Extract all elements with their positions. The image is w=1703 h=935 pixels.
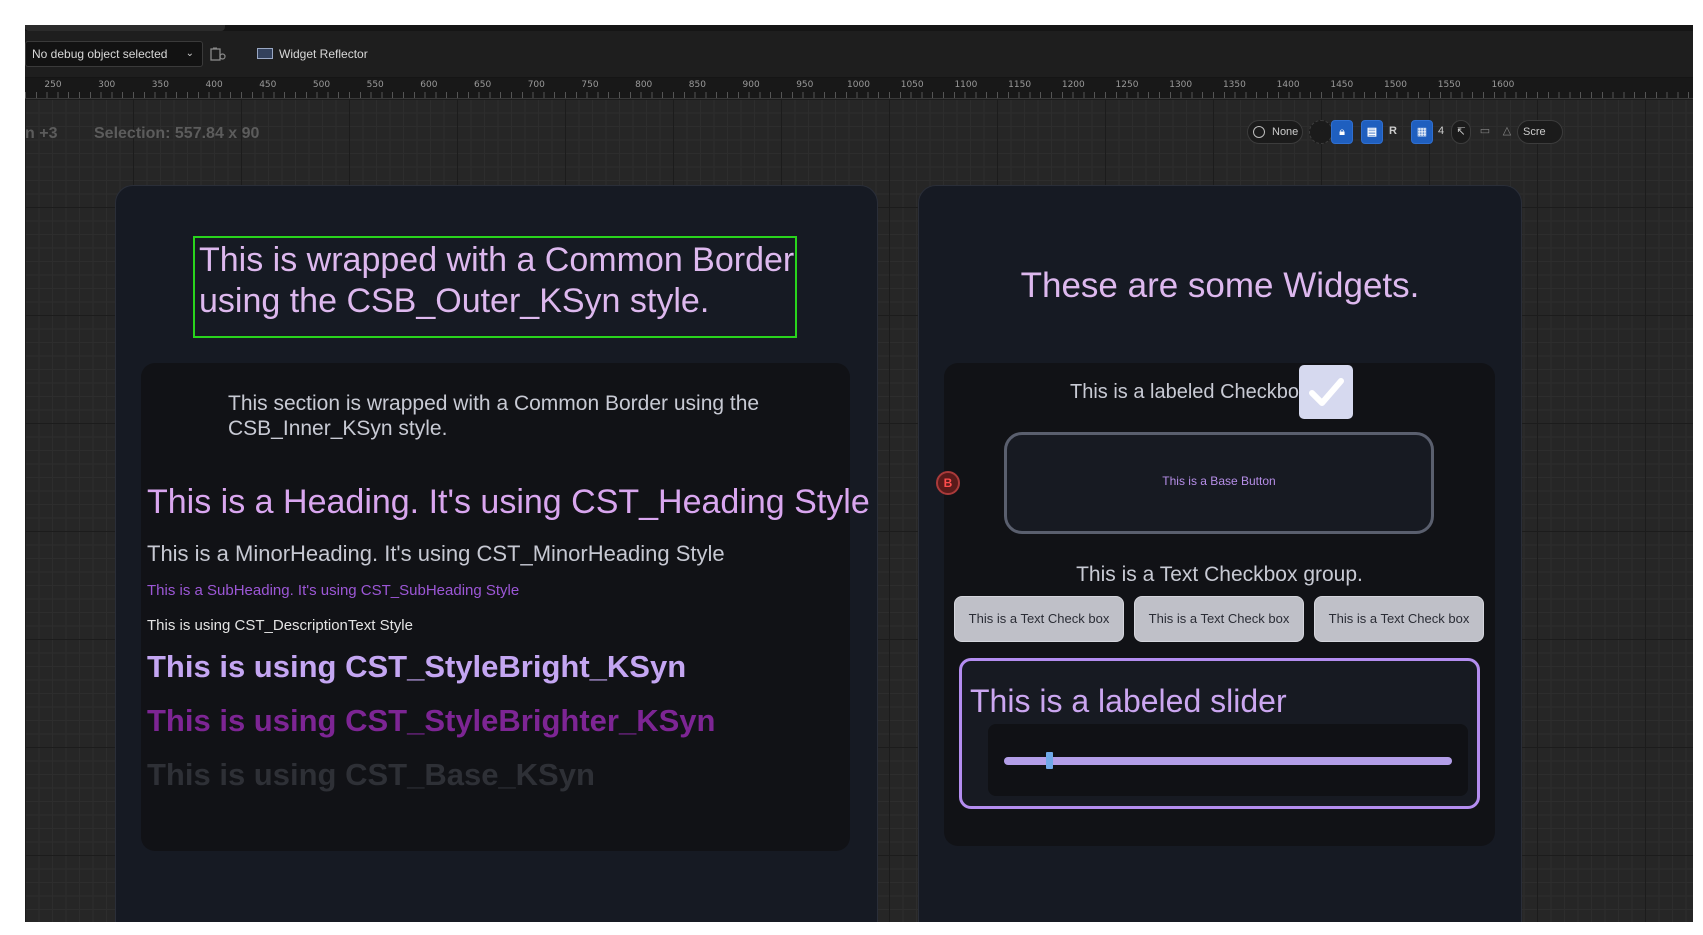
slider-label: This is a labeled slider xyxy=(970,683,1287,719)
slider-track[interactable] xyxy=(1004,757,1452,765)
widget-reflector-button[interactable]: Widget Reflector xyxy=(253,41,368,67)
slider-thumb[interactable] xyxy=(1045,752,1053,769)
outer-border-text: This is wrapped with a Common Border usi… xyxy=(199,240,795,322)
designer-canvas[interactable]: n +3 Selection: 557.84 x 90 None 🔒︎ ▤ R … xyxy=(25,99,1693,922)
text-styles-panel[interactable]: This is wrapped with a Common Border usi… xyxy=(115,185,878,922)
ruler-label: 500 xyxy=(312,80,331,90)
selection-size-text: Selection: 557.84 x 90 xyxy=(94,125,260,142)
labeled-checkbox[interactable] xyxy=(1299,365,1353,419)
dashed-outline-toggle[interactable] xyxy=(1309,120,1333,144)
ruler-label: 700 xyxy=(527,80,545,90)
locale-label: None xyxy=(1272,126,1299,138)
debug-object-dropdown[interactable]: No debug object selected ⌄ xyxy=(25,41,203,67)
ruler-label: 1450 xyxy=(1330,80,1354,90)
ruler-label: 600 xyxy=(420,80,438,90)
ruler-label: 1350 xyxy=(1222,80,1246,90)
text-checkbox-group-label: This is a Text Checkbox group. xyxy=(1076,563,1363,586)
screen-size-button[interactable]: Scre xyxy=(1517,120,1563,144)
ruler-label: 450 xyxy=(259,80,277,90)
labeled-slider: This is a labeled slider xyxy=(959,658,1480,809)
breakpoint-badge[interactable]: B xyxy=(936,471,960,495)
locale-preview-button[interactable]: None xyxy=(1247,120,1303,144)
widget-reflector-label: Widget Reflector xyxy=(279,47,368,61)
description-text: This is using CST_DescriptionText Style xyxy=(147,617,413,634)
grid-snap-value[interactable]: 4 xyxy=(1433,120,1449,144)
ruler-label: 1250 xyxy=(1115,80,1139,90)
outer-border-selected[interactable]: This is wrapped with a Common Border usi… xyxy=(193,236,797,338)
ruler-label: 750 xyxy=(581,80,599,90)
ruler-label: 1300 xyxy=(1169,80,1193,90)
horizontal-ruler: 250 300 350 400 450 500 550 600 650 700 750 800 850 9… xyxy=(25,78,1693,99)
ruler-label: 1550 xyxy=(1437,80,1461,90)
widgets-title: These are some Widgets. xyxy=(1020,266,1420,305)
designer-toolbar: No debug object selected ⌄ Widget Reflec… xyxy=(25,31,1693,78)
checkmark-icon xyxy=(1309,378,1344,406)
grid-snap-icon[interactable]: ▦ xyxy=(1411,120,1433,144)
chevron-down-icon: ⌄ xyxy=(185,48,194,59)
ruler-label: 1100 xyxy=(954,80,978,90)
zoom-level-text: n +3 xyxy=(25,125,58,142)
ruler-label: 1150 xyxy=(1008,80,1032,90)
heading-text: This is a Heading. It's using CST_Headin… xyxy=(147,483,870,521)
sub-heading-text: This is a SubHeading. It's using CST_Sub… xyxy=(147,582,520,599)
style-base-text: This is using CST_Base_KSyn xyxy=(147,757,595,792)
screen-size-label: Scre xyxy=(1523,126,1546,138)
ruler-label: 1050 xyxy=(900,80,924,90)
lock-icon[interactable]: 🔒︎ xyxy=(1331,120,1353,144)
text-checkbox-3[interactable]: This is a Text Check box xyxy=(1314,596,1484,642)
slider-container xyxy=(988,724,1468,796)
widgets-section[interactable]: This is a labeled Checkbox B This is a B… xyxy=(936,363,1495,846)
ruler-label: 1000 xyxy=(847,80,870,90)
inner-border-section[interactable]: This section is wrapped with a Common Bo… xyxy=(141,363,870,851)
widgets-panel[interactable]: These are some Widgets. This is a labele… xyxy=(918,185,1522,922)
style-bright-text: This is using CST_StyleBright_KSyn xyxy=(147,649,687,684)
base-button-label: This is a Base Button xyxy=(1162,474,1276,488)
ruler-label: 400 xyxy=(205,80,223,90)
monitor-icon xyxy=(257,48,273,59)
base-button[interactable]: This is a Base Button xyxy=(1004,432,1434,534)
ruler-label: 800 xyxy=(635,80,653,90)
ruler-label: 850 xyxy=(688,80,706,90)
ruler-label: 250 xyxy=(44,80,62,90)
layout-icon[interactable]: ▤ xyxy=(1361,120,1383,144)
mountain-icon[interactable]: △ xyxy=(1497,120,1517,144)
ruler-label: 950 xyxy=(796,80,814,90)
ruler-label: 900 xyxy=(742,80,760,90)
ruler-label: 1500 xyxy=(1384,80,1407,90)
debug-object-label: No debug object selected xyxy=(32,47,168,61)
style-brighter-text: This is using CST_StyleBrighter_KSyn xyxy=(147,703,716,738)
ruler-label: 350 xyxy=(151,80,169,90)
text-checkbox-1[interactable]: This is a Text Check box xyxy=(954,596,1124,642)
cursor-icon[interactable]: ↸ xyxy=(1451,120,1471,144)
text-checkbox-2[interactable]: This is a Text Check box xyxy=(1134,596,1304,642)
globe-icon xyxy=(1253,126,1265,138)
minor-heading-text: This is a MinorHeading. It's using CST_M… xyxy=(147,541,725,566)
ruler-label: 300 xyxy=(98,80,116,90)
checkbox-label: This is a labeled Checkbox xyxy=(1070,381,1310,403)
respect-locks-toggle[interactable]: R xyxy=(1383,120,1403,144)
image-icon[interactable]: ▭ xyxy=(1475,120,1495,144)
ruler-label: 1200 xyxy=(1061,80,1085,90)
ruler-label: 1400 xyxy=(1276,80,1300,90)
ruler-label: 550 xyxy=(366,80,384,90)
widget-designer: No debug object selected ⌄ Widget Reflec… xyxy=(25,25,1693,922)
inner-intro-text: This section is wrapped with a Common Bo… xyxy=(228,392,760,440)
ruler-label: 650 xyxy=(474,80,492,90)
ruler-label: 1600 xyxy=(1491,80,1515,90)
browse-debug-object-icon[interactable] xyxy=(210,47,226,61)
outer-border-line: This is wrapped with a Common Border usi… xyxy=(199,241,795,320)
